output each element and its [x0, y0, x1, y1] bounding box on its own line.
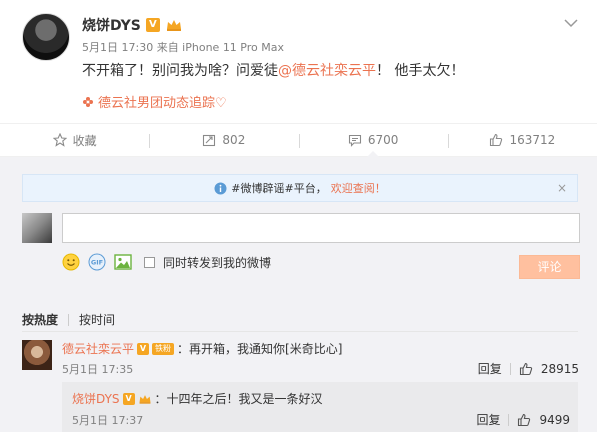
crown-icon	[166, 20, 181, 31]
commenter-name[interactable]: 德云社栾云平	[62, 340, 134, 357]
mention-link[interactable]: @德云社栾云平	[278, 63, 376, 79]
thumbs-up-icon[interactable]	[517, 413, 531, 427]
sort-by-time[interactable]: 按时间	[79, 311, 115, 328]
like-button[interactable]: 163712	[447, 124, 597, 156]
submit-comment-button[interactable]: 评论	[519, 255, 580, 279]
action-divider	[508, 413, 510, 426]
thumbs-up-icon	[490, 133, 503, 147]
reply-actions: 回复 9499	[476, 411, 570, 428]
repost-checkbox[interactable]	[144, 256, 155, 268]
thumbs-up-icon[interactable]	[519, 362, 533, 376]
comment-icon	[348, 134, 361, 147]
post-content-text-end: ！ 他手太欠！	[376, 63, 465, 79]
commenter-avatar[interactable]	[22, 340, 52, 370]
verified-badge-icon: V	[145, 18, 160, 32]
fan-badge: 铁粉	[152, 342, 175, 355]
svg-text:GIF: GIF	[91, 259, 103, 267]
like-count: 163712	[509, 133, 556, 147]
comment-time: 5月1日 17:35	[62, 363, 134, 376]
chevron-down-icon[interactable]	[564, 18, 578, 28]
reply-time: 5月1日 17:37	[72, 414, 144, 427]
reply-thread: 烧饼DYS V ：十四年之后！我又是一条好汉 5月1日 17:37 回复 949…	[62, 382, 578, 432]
emoji-icon[interactable]	[62, 253, 80, 271]
action-divider	[509, 362, 511, 375]
notice-text: #微博辟谣#平台，	[231, 182, 327, 195]
info-icon	[214, 182, 227, 194]
sort-divider	[68, 313, 70, 326]
image-icon[interactable]	[114, 253, 132, 271]
repost-icon	[203, 134, 216, 147]
author-avatar[interactable]	[22, 13, 70, 61]
topic-label: 德云社男团动态追踪♡	[98, 96, 227, 111]
reply-button[interactable]: 回复	[478, 360, 502, 377]
repost-checkbox-label: 同时转发到我的微博	[163, 255, 272, 270]
author-line: 烧饼DYS V	[82, 15, 183, 35]
verified-badge-icon: V	[137, 342, 150, 355]
verified-badge-icon: V	[122, 392, 135, 405]
close-icon[interactable]: ×	[555, 181, 569, 195]
post-meta: 5月1日 17:30 来自 iPhone 11 Pro Max	[82, 41, 284, 54]
post-content: 不开箱了！别问我为啥？问爱徒@德云社栾云平！ 他手太欠！	[82, 60, 464, 80]
post-content-text: 不开箱了！别问我为啥？问爱徒	[82, 63, 278, 79]
favorite-button[interactable]: 收藏	[0, 124, 149, 156]
divider	[22, 331, 578, 332]
gif-icon[interactable]: GIF	[88, 253, 106, 271]
star-icon	[52, 133, 67, 147]
comment-tools: GIF 同时转发到我的微博	[62, 253, 271, 271]
favorite-label: 收藏	[72, 133, 97, 148]
rumor-notice: #微博辟谣#平台， 欢迎查阅！ ×	[22, 174, 578, 202]
reply-button[interactable]: 回复	[476, 411, 500, 428]
notice-link[interactable]: 欢迎查阅！	[331, 180, 386, 196]
replier-name[interactable]: 烧饼DYS	[72, 390, 120, 407]
author-name[interactable]: 烧饼DYS	[82, 15, 141, 35]
comment-button[interactable]: 6700	[298, 124, 448, 157]
topic-link[interactable]: 德云社男团动态追踪♡	[82, 92, 227, 111]
comment-like-count: 28915	[540, 361, 579, 376]
comment-item: 德云社栾云平 V 铁粉 ：再开箱，我通知你[米奇比心]	[62, 340, 342, 357]
comments-section: #微博辟谣#平台， 欢迎查阅！ × GIF 同时转发到我的微博 评论 按热度 按…	[0, 157, 597, 432]
repost-button[interactable]: 802	[149, 124, 298, 156]
comment-text: ：再开箱，我通知你[米奇比心]	[177, 342, 343, 356]
flower-icon	[83, 96, 93, 107]
action-bar: 收藏 802 6700 163712	[0, 123, 597, 157]
my-avatar	[22, 213, 52, 243]
comment-actions: 回复 28915	[478, 360, 579, 377]
comment-count: 6700	[367, 133, 399, 147]
crown-icon	[139, 394, 150, 404]
reply-item: 烧饼DYS V ：十四年之后！我又是一条好汉	[72, 390, 323, 407]
reply-text: ：十四年之后！我又是一条好汉	[154, 392, 323, 406]
comment-sorter: 按热度 按时间	[22, 311, 115, 328]
comment-input[interactable]	[62, 213, 580, 243]
sort-by-hot[interactable]: 按热度	[22, 311, 58, 328]
repost-count: 802	[222, 133, 246, 147]
reply-like-count: 9499	[539, 412, 570, 427]
weibo-post: 烧饼DYS V 5月1日 17:30 来自 iPhone 11 Pro Max …	[0, 0, 597, 123]
